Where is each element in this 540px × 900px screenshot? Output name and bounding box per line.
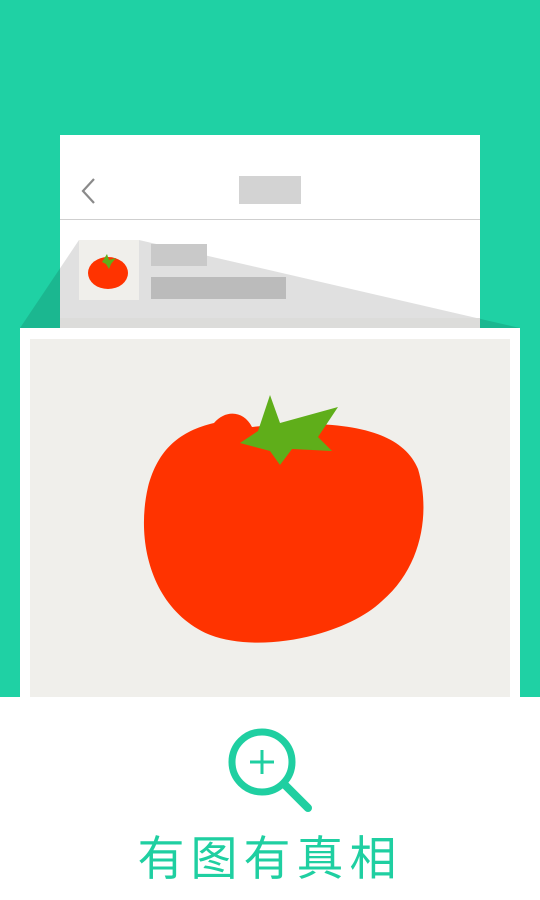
zoomed-image (30, 339, 510, 697)
description-placeholder (151, 277, 286, 299)
tomato-illustration (143, 395, 424, 643)
name-placeholder (151, 244, 207, 266)
hero-illustration (0, 0, 540, 697)
caption-text: 有图有真相 (137, 832, 403, 887)
tomato-thumb-icon (88, 254, 128, 289)
magnifier-plus-icon[interactable] (226, 726, 314, 814)
thumbnail-image[interactable] (79, 240, 139, 300)
